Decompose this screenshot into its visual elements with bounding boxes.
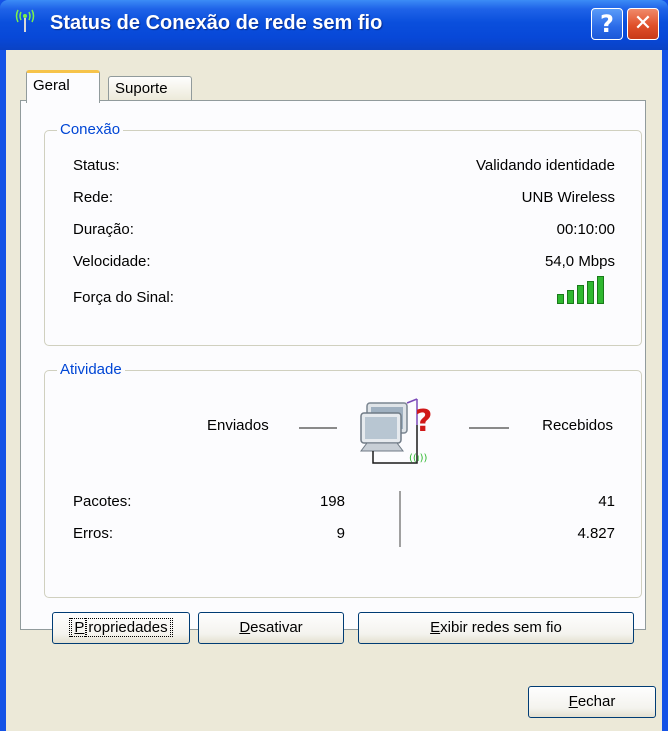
properties-mnemonic: P [71, 618, 88, 637]
sent-connector-line [299, 427, 337, 429]
connection-group: Conexão Status: Validando identidade Red… [44, 121, 642, 346]
speed-label: Velocidade: [73, 253, 151, 270]
disable-button[interactable]: Desativar [198, 612, 344, 644]
title-bar[interactable]: Status de Conexão de rede sem fio ? ✕ [0, 0, 668, 50]
speed-value: 54,0 Mbps [544, 253, 615, 270]
packets-sent-value: 198 [319, 493, 345, 510]
signal-bar [567, 289, 574, 304]
activity-group: Atividade Enviados ? ((ı)) Recebidos Pac… [44, 361, 642, 598]
help-button[interactable]: ? [591, 8, 623, 40]
disable-mnemonic: D [239, 619, 251, 636]
properties-label-rest: ropriedades [85, 618, 171, 637]
errors-sent-value: 9 [336, 525, 345, 542]
signal-bar [577, 285, 584, 304]
signal-bar [587, 280, 594, 304]
packets-label: Pacotes: [73, 493, 132, 510]
sent-label: Enviados [207, 417, 269, 434]
network-label: Rede: [73, 189, 114, 206]
network-value: UNB Wireless [521, 189, 615, 206]
close-button[interactable]: Fechar [528, 686, 656, 718]
svg-text:((ı)): ((ı)) [409, 453, 427, 464]
connection-group-label: Conexão [57, 121, 124, 138]
signal-strength-label: Força do Sinal: [73, 289, 174, 306]
status-label: Status: [73, 157, 120, 174]
disable-label-rest: esativar [250, 619, 303, 636]
packets-received-value: 41 [598, 493, 615, 510]
received-label: Recebidos [542, 417, 613, 434]
errors-label: Erros: [73, 525, 114, 542]
view-networks-label-rest: xibir redes sem fio [440, 619, 562, 636]
signal-bar [597, 276, 604, 304]
properties-button[interactable]: Propriedades [52, 612, 190, 644]
window-title: Status de Conexão de rede sem fio [50, 12, 383, 34]
signal-bar [557, 294, 564, 304]
dialog-window: Status de Conexão de rede sem fio ? ✕ Ge… [0, 0, 668, 731]
view-networks-mnemonic: E [430, 619, 441, 636]
close-window-button[interactable]: ✕ [627, 8, 659, 40]
svg-text:?: ? [415, 404, 432, 439]
close-mnemonic: F [568, 693, 578, 710]
activity-divider [399, 491, 401, 547]
dialog-client-area: Geral Suporte Conexão Status: Validando … [6, 50, 662, 731]
tab-suporte[interactable]: Suporte [108, 76, 192, 101]
network-computers-icon: ? ((ı)) [353, 385, 453, 469]
wireless-network-icon [14, 6, 46, 34]
tab-geral[interactable]: Geral [26, 70, 100, 103]
received-connector-line [469, 427, 509, 429]
duration-label: Duração: [73, 221, 134, 238]
status-value: Validando identidade [475, 157, 615, 174]
duration-value: 00:10:00 [556, 221, 615, 238]
close-label-rest: echar [577, 693, 616, 710]
errors-received-value: 4.827 [577, 525, 615, 542]
activity-group-label: Atividade [57, 361, 125, 378]
view-wireless-networks-button[interactable]: Exibir redes sem fio [358, 612, 634, 644]
signal-strength-bars [557, 276, 615, 304]
